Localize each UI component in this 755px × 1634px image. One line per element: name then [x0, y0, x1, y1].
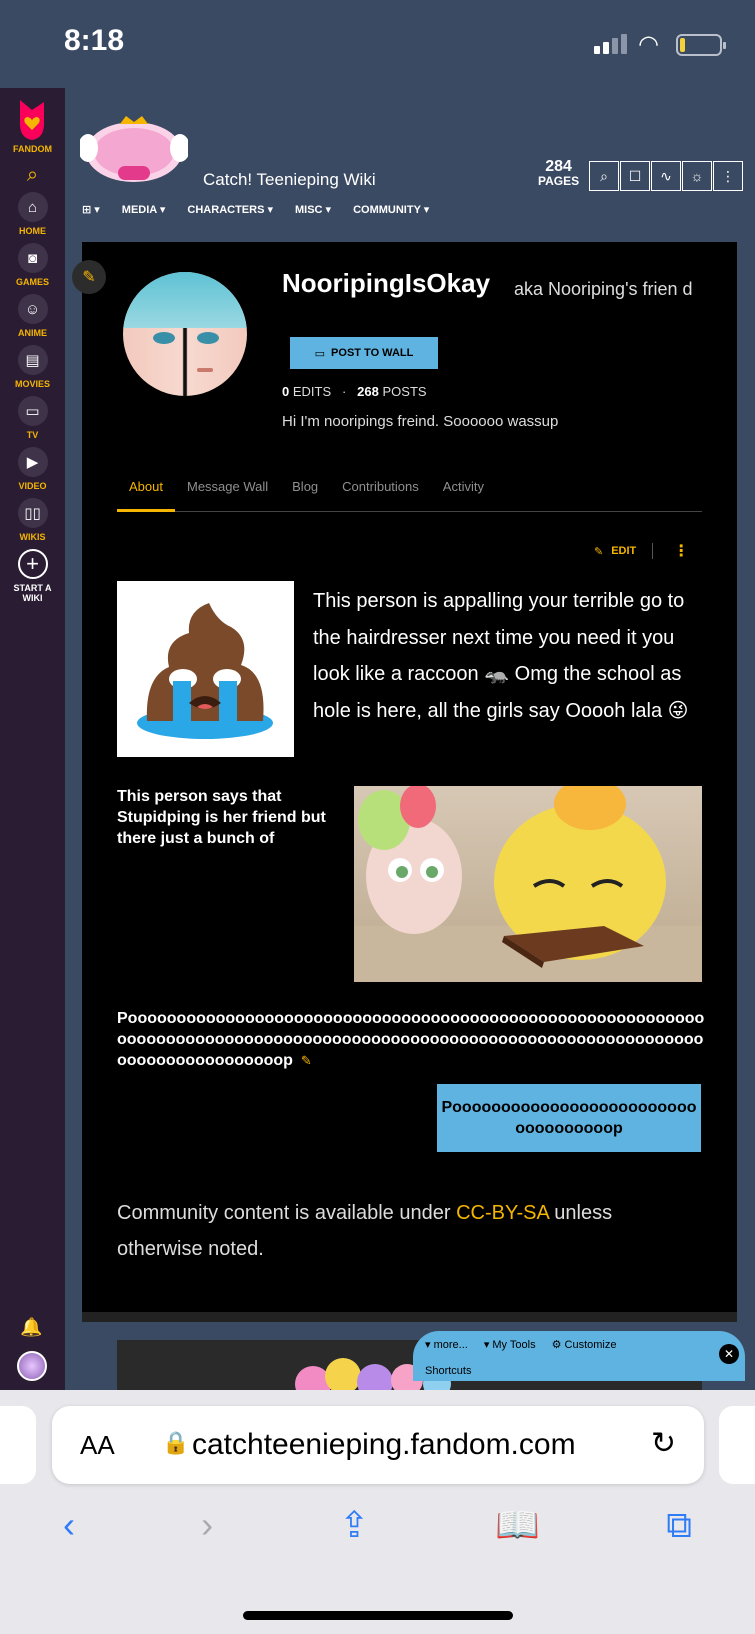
- kebab-menu-icon[interactable]: ⋮: [673, 541, 689, 561]
- search-icon[interactable]: ⌕: [589, 161, 619, 191]
- tab-blog[interactable]: Blog: [280, 470, 330, 512]
- lock-icon: 🔒: [162, 1430, 190, 1455]
- bookmarks-icon[interactable]: 📖: [495, 1504, 540, 1547]
- theme-toggle-icon[interactable]: ☼: [682, 161, 712, 191]
- profile-tabs: About Message Wall Blog Contributions Ac…: [117, 470, 702, 512]
- highlight-box: Pooooooooooooooooooooooooooooooooooop: [437, 1084, 701, 1152]
- status-bar: 8:18 ◠: [0, 0, 755, 88]
- forward-icon[interactable]: ›: [201, 1504, 213, 1547]
- page-count: 284 PAGES: [538, 158, 580, 189]
- home-indicator: [243, 1611, 513, 1620]
- pencil-icon[interactable]: ✎: [301, 1053, 312, 1068]
- reader-options-button[interactable]: AA: [80, 1430, 115, 1461]
- crying-poop-image: [117, 581, 294, 757]
- rail-item-anime[interactable]: ☺ ANIME: [0, 294, 65, 338]
- rail-search-button[interactable]: ⌕: [0, 160, 65, 190]
- card-footer-strip: [82, 1312, 737, 1322]
- play-icon: ▶: [17, 447, 48, 477]
- wifi-icon: ◠: [638, 31, 659, 58]
- edit-pencil-icon[interactable]: ✎: [72, 260, 106, 294]
- browser-bottom-bar: AA 🔒 catchteenieping.fandom.com ↻ ‹ › ⇪ …: [0, 1390, 755, 1634]
- nav-community[interactable]: COMMUNITY ▾: [353, 203, 429, 216]
- battery-icon: [676, 34, 726, 56]
- nav-media[interactable]: MEDIA ▾: [122, 203, 166, 216]
- gear-icon: ⚙: [551, 1339, 562, 1351]
- book-icon: ▯▯: [17, 498, 48, 528]
- search-icon: ⌕: [26, 163, 39, 186]
- profile-stats: 0 EDITS · 268 POSTS: [282, 384, 427, 399]
- profile-aka: aka Nooriping's frien d: [514, 279, 693, 299]
- nav-explore[interactable]: ⊞ ▾: [82, 203, 100, 216]
- license-notice: Community content is available under CC-…: [117, 1202, 613, 1260]
- user-avatar[interactable]: [17, 1351, 47, 1381]
- teenieping-scene-image: [354, 786, 702, 982]
- nav-characters[interactable]: CHARACTERS ▾: [187, 203, 273, 216]
- rail-item-start-wiki[interactable]: + START A WIKI: [0, 549, 65, 603]
- about-paragraph-3: Pooooooooooooooooooooooooooooooooooooooo…: [117, 1010, 705, 1069]
- profile-avatar: [123, 272, 247, 396]
- profile-bio: Hi I'm nooripings freind. Soooooo wassup: [282, 413, 559, 430]
- tab-message-wall[interactable]: Message Wall: [175, 470, 280, 512]
- toolbar-more-button[interactable]: ▾ more...: [425, 1338, 468, 1351]
- wiki-nav: ⊞ ▾ MEDIA ▾ CHARACTERS ▾ MISC ▾ COMMUNIT…: [82, 203, 451, 216]
- toolbar-my-tools-button[interactable]: ▾ My Tools: [484, 1338, 536, 1351]
- discussions-icon[interactable]: ☐: [620, 161, 650, 191]
- browser-nav-buttons: ‹ › ⇪ 📖 ⧉: [0, 1504, 755, 1547]
- fandom-logo-icon[interactable]: [14, 96, 50, 142]
- fandom-sidebar: FANDOM ⌕ ⌂ HOME ◙ GAMES ☺ ANIME ▤ MOVIES…: [0, 88, 65, 1390]
- toolbar-shortcuts-button[interactable]: Shortcuts: [425, 1365, 471, 1377]
- home-icon: ⌂: [17, 192, 48, 222]
- about-paragraph-1: This person is appalling your terrible g…: [313, 590, 689, 722]
- tab-contributions[interactable]: Contributions: [330, 470, 431, 512]
- status-time: 8:18: [64, 24, 125, 57]
- reload-icon[interactable]: ↻: [651, 1426, 676, 1461]
- pencil-icon: ✎: [594, 545, 604, 558]
- explore-icon: ⊞: [82, 204, 92, 216]
- nav-misc[interactable]: MISC ▾: [295, 203, 331, 216]
- film-icon: ▤: [17, 345, 48, 375]
- address-bar[interactable]: AA 🔒 catchteenieping.fandom.com ↻: [52, 1406, 704, 1484]
- about-edit-button[interactable]: EDIT: [611, 545, 636, 557]
- next-tab-preview[interactable]: [719, 1406, 755, 1484]
- comment-icon: ▭: [314, 347, 326, 360]
- rail-item-video[interactable]: ▶ VIDEO: [0, 447, 65, 491]
- tabs-icon[interactable]: ⧉: [666, 1504, 692, 1547]
- wiki-logo[interactable]: [80, 112, 188, 186]
- license-link[interactable]: CC-BY-SA: [456, 1202, 549, 1224]
- cellular-signal-icon: [594, 34, 627, 54]
- about-paragraph-2: This person says that Stupidping is her …: [117, 788, 326, 847]
- url-text[interactable]: catchteenieping.fandom.com: [192, 1428, 576, 1462]
- tab-about[interactable]: About: [117, 470, 175, 512]
- rail-item-movies[interactable]: ▤ MOVIES: [0, 345, 65, 389]
- tab-activity[interactable]: Activity: [431, 470, 496, 512]
- profile-username: NooripingIsOkay: [282, 268, 491, 298]
- fandom-toolbar: ▾ more... ▾ My Tools ⚙ Customize Shortcu…: [413, 1331, 745, 1381]
- wiki-name[interactable]: Catch! Teenieping Wiki: [203, 170, 376, 190]
- more-options-icon[interactable]: ⋮: [713, 161, 743, 191]
- notification-bell-icon[interactable]: 🔔: [20, 1317, 42, 1338]
- toolbar-customize-button[interactable]: ⚙ Customize: [552, 1338, 617, 1351]
- share-icon[interactable]: ⇪: [339, 1504, 369, 1547]
- anime-icon: ☺: [17, 294, 48, 324]
- post-to-wall-button[interactable]: ▭ POST TO WALL: [290, 337, 438, 369]
- rail-item-home[interactable]: ⌂ HOME: [0, 192, 65, 236]
- tv-icon: ▭: [17, 396, 48, 426]
- rail-item-games[interactable]: ◙ GAMES: [0, 243, 65, 287]
- close-icon[interactable]: ✕: [719, 1344, 739, 1364]
- rail-item-wikis[interactable]: ▯▯ WIKIS: [0, 498, 65, 542]
- back-icon[interactable]: ‹: [63, 1504, 75, 1547]
- gamepad-icon: ◙: [17, 243, 48, 273]
- previous-tab-preview[interactable]: [0, 1406, 36, 1484]
- about-edit-row: ✎ EDIT ⋮: [594, 541, 689, 561]
- rail-item-tv[interactable]: ▭ TV: [0, 396, 65, 440]
- fandom-label: FANDOM: [13, 144, 52, 154]
- plus-icon: +: [17, 549, 48, 579]
- wiki-tools: ⌕ ☐ ∿ ☼ ⋮: [589, 161, 744, 191]
- activity-icon[interactable]: ∿: [651, 161, 681, 191]
